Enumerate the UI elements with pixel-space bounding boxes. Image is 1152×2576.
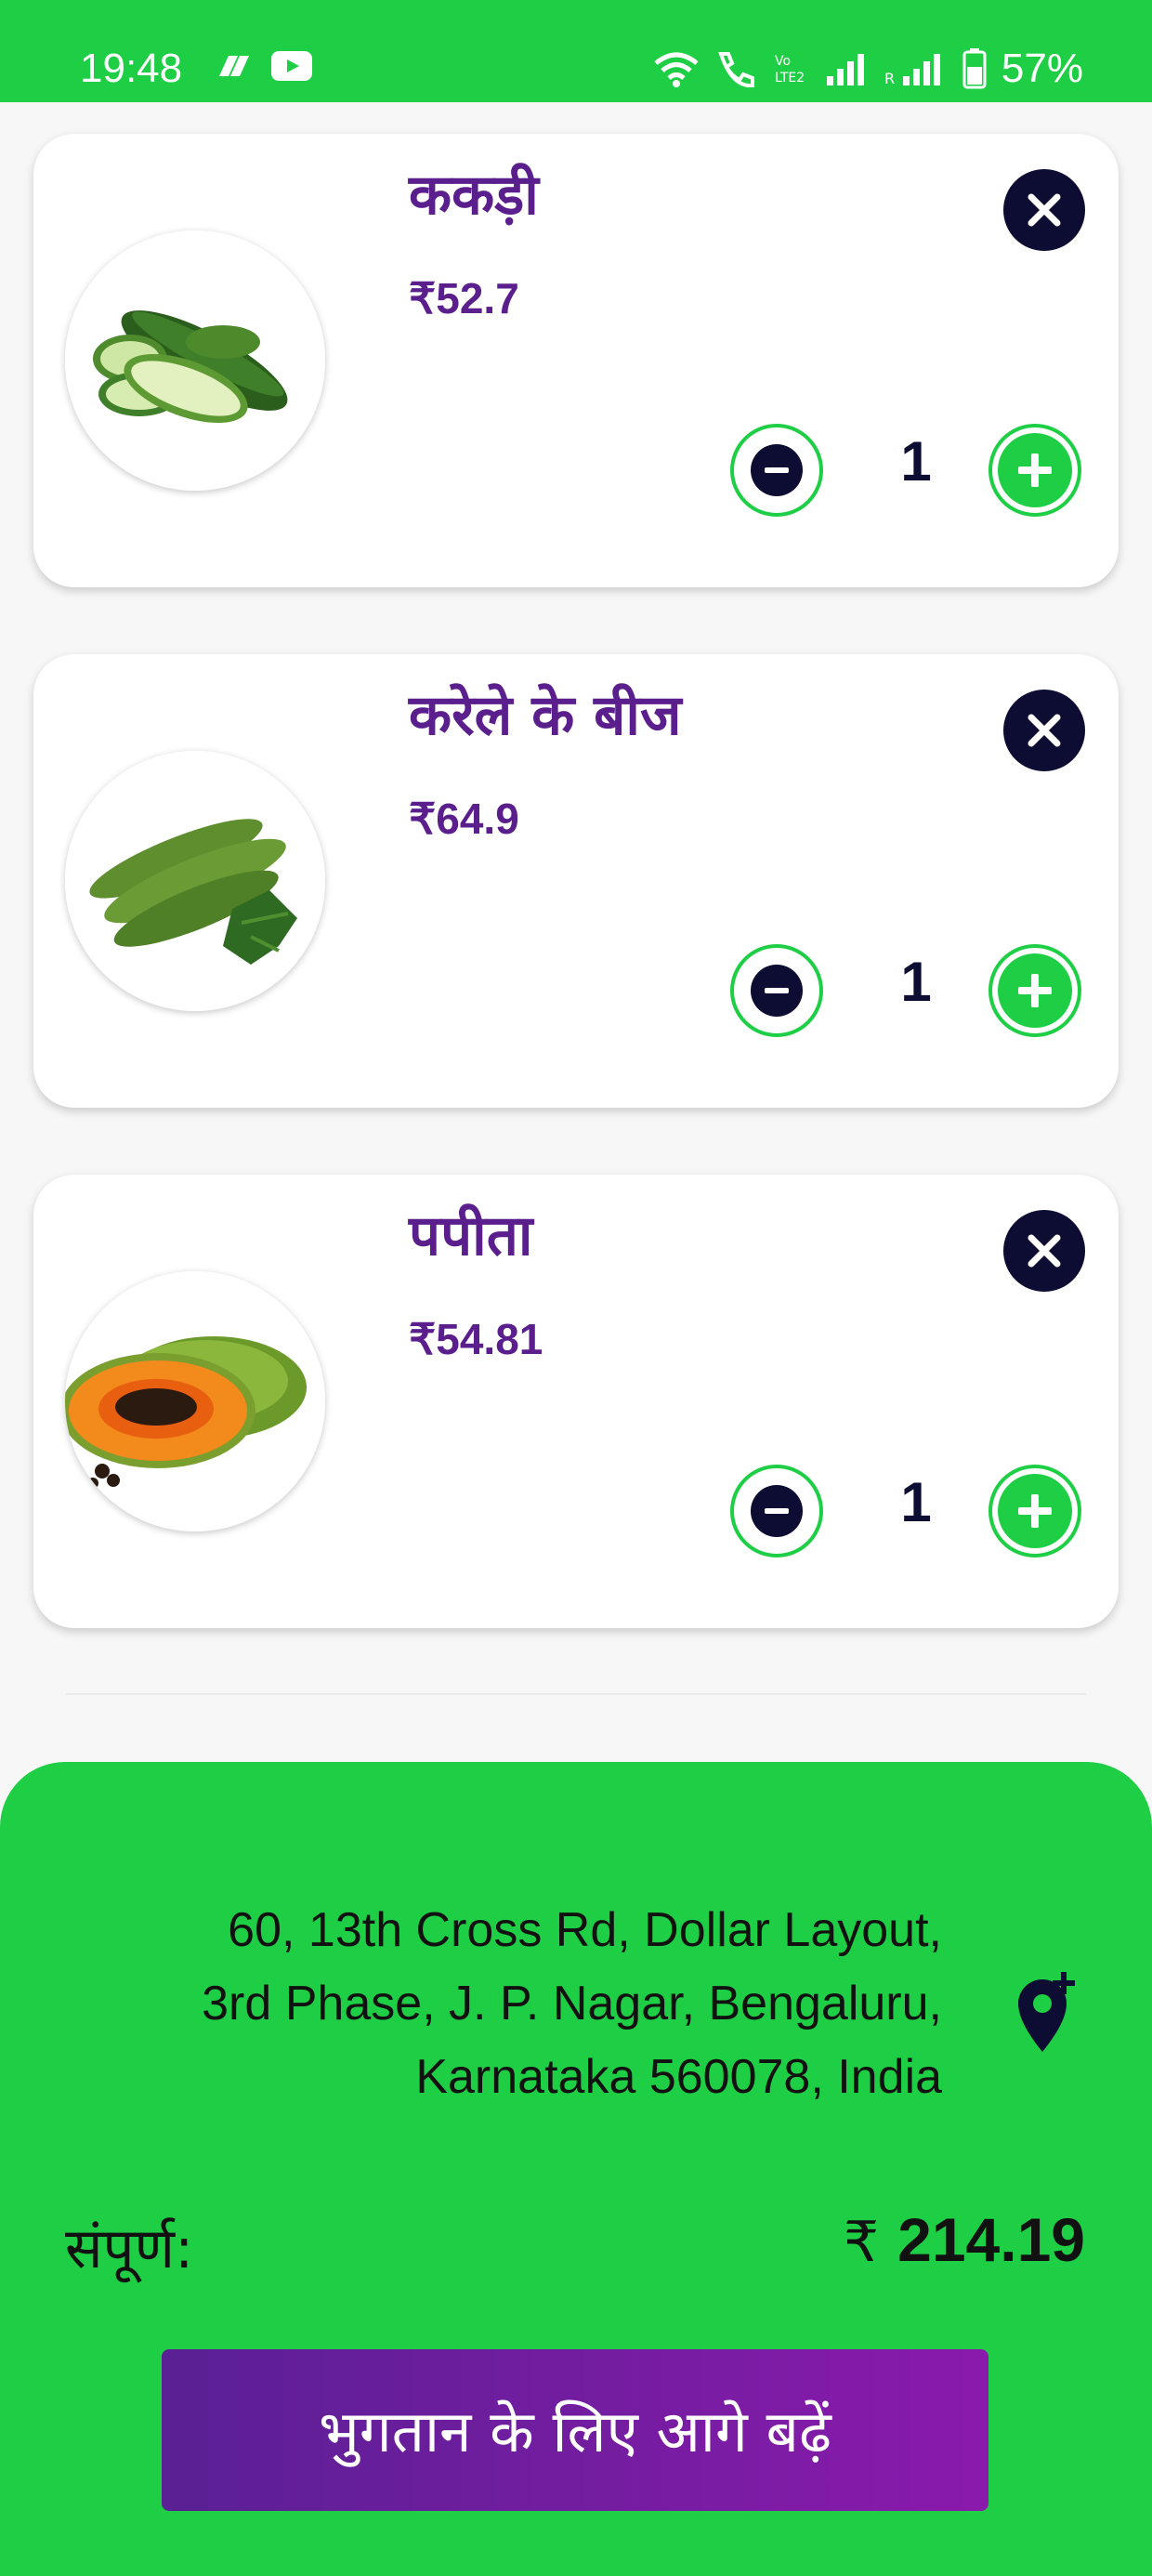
cart-item-card: ककड़ी ₹52.7 1 <box>33 134 1119 587</box>
increase-quantity-button[interactable] <box>988 424 1081 517</box>
address-line: 3rd Phase, J. P. Nagar, Bengaluru, <box>202 1977 942 2031</box>
delivery-address: 60, 13th Cross Rd, Dollar Layout, 3rd Ph… <box>13 1894 942 2114</box>
product-price: ₹52.7 <box>409 274 519 322</box>
battery-percentage: 57% <box>1001 46 1083 91</box>
minus-icon <box>751 444 803 496</box>
add-location-icon <box>1018 1972 1075 2052</box>
remove-item-button[interactable] <box>1003 690 1085 771</box>
remove-item-button[interactable] <box>1003 169 1085 251</box>
plus-icon <box>998 1474 1072 1548</box>
cart-item-card: पपीता ₹54.81 1 <box>33 1175 1119 1628</box>
svg-text:R: R <box>884 70 895 85</box>
increase-quantity-button[interactable] <box>988 944 1081 1037</box>
plus-icon <box>998 953 1072 1028</box>
svg-text:Vo: Vo <box>775 54 791 69</box>
cart-item-card: करेले के बीज ₹64.9 1 <box>33 654 1119 1108</box>
total-amount: 214.19 <box>897 2205 1085 2274</box>
battery-charging-icon <box>962 48 987 89</box>
minus-icon <box>751 965 803 1017</box>
product-name: पपीता <box>409 1203 533 1268</box>
product-name: करेले के बीज <box>409 683 682 748</box>
product-price: ₹54.81 <box>409 1315 543 1363</box>
total-amount-group: ₹ 214.19 <box>844 2204 1085 2275</box>
app-notification-icon <box>219 56 249 76</box>
remove-item-button[interactable] <box>1003 1210 1085 1292</box>
signal-strength-icon <box>826 54 864 85</box>
status-system-icons: Vo LTE2 R 57% <box>652 45 1083 93</box>
status-bar: 19:48 Vo LTE2 R 57% <box>0 0 1152 102</box>
decrease-quantity-button[interactable] <box>730 424 823 517</box>
status-notification-icons <box>214 50 312 82</box>
svg-text:LTE2: LTE2 <box>775 71 805 85</box>
quantity-value: 1 <box>900 430 932 493</box>
close-icon <box>1028 714 1061 747</box>
product-price: ₹64.9 <box>409 795 519 843</box>
cucumber-image <box>65 230 325 491</box>
decrease-quantity-button[interactable] <box>730 944 823 1037</box>
roaming-signal-icon: R <box>884 54 940 85</box>
add-location-button[interactable] <box>1011 1966 1085 2056</box>
wifi-call-icon <box>718 52 754 87</box>
minus-icon <box>751 1485 803 1537</box>
decrease-quantity-button[interactable] <box>730 1465 823 1557</box>
currency-symbol: ₹ <box>843 2211 880 2273</box>
status-time: 19:48 <box>80 46 183 91</box>
proceed-to-payment-button[interactable]: भुगतान के लिए आगे बढ़ें <box>162 2349 988 2511</box>
youtube-icon <box>271 51 312 81</box>
total-label: संपूर्ण: <box>65 2216 194 2281</box>
address-line: 60, 13th Cross Rd, Dollar Layout, <box>228 1903 942 1957</box>
checkout-panel: 60, 13th Cross Rd, Dollar Layout, 3rd Ph… <box>0 1762 1152 2576</box>
product-name: ककड़ी <box>409 163 539 228</box>
bitter-gourd-image <box>65 751 325 1011</box>
list-divider <box>65 1693 1087 1695</box>
plus-icon <box>998 433 1072 507</box>
quantity-value: 1 <box>900 951 932 1013</box>
address-line: Karnataka 560078, India <box>415 2050 942 2104</box>
wifi-icon <box>654 52 699 87</box>
quantity-value: 1 <box>900 1471 932 1533</box>
close-icon <box>1028 193 1061 227</box>
volte-icon: Vo LTE2 <box>775 54 805 85</box>
increase-quantity-button[interactable] <box>988 1465 1081 1557</box>
close-icon <box>1028 1234 1061 1268</box>
papaya-image <box>65 1271 325 1531</box>
